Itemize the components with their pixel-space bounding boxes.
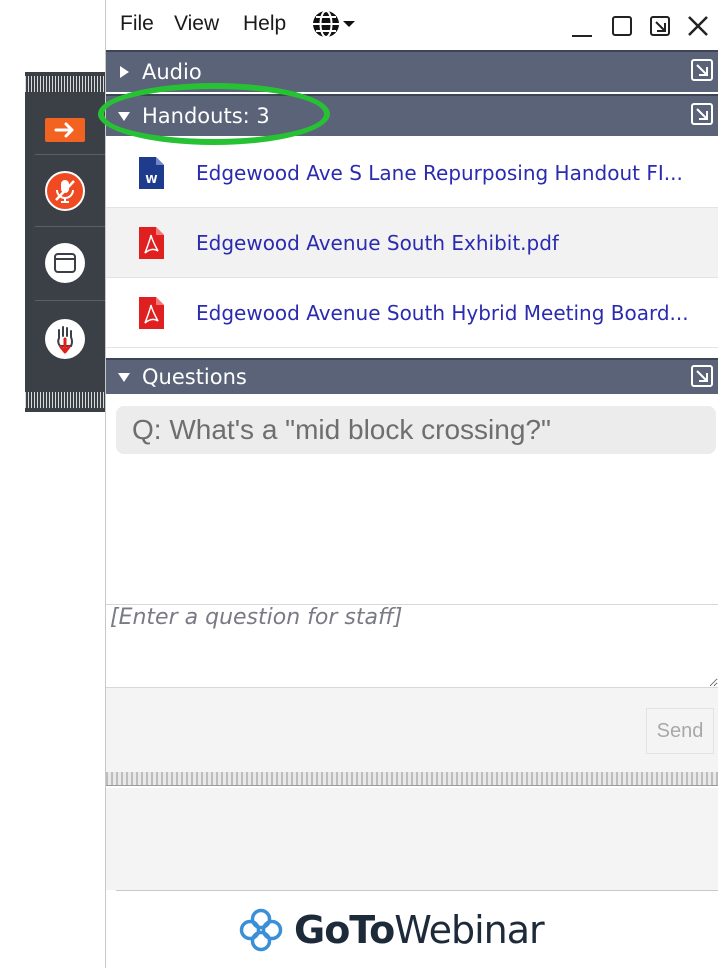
send-row: Send [106, 688, 718, 774]
send-button[interactable]: Send [646, 708, 714, 754]
word-document-icon: W [106, 156, 196, 190]
brand-regular: Webinar [394, 908, 544, 952]
chevron-down-icon [343, 21, 355, 27]
language-menu[interactable] [310, 8, 362, 40]
pdf-icon [106, 296, 196, 330]
pop-out-icon [650, 16, 670, 36]
handouts-section-title: Handouts: 3 [142, 104, 270, 128]
raise-hand-button[interactable] [25, 316, 105, 362]
globe-icon [313, 10, 339, 38]
menu-help[interactable]: Help [243, 10, 286, 38]
pdf-icon [106, 226, 196, 260]
question-item: Q: What's a "mid block crossing?" [116, 406, 716, 454]
divider [35, 300, 105, 301]
divider [35, 154, 105, 155]
gotowebinar-logo: GoTo Webinar [238, 900, 545, 960]
resize-handle[interactable] [106, 772, 718, 786]
caret-down-icon [106, 371, 142, 383]
handouts-section-header[interactable]: Handouts: 3 [106, 94, 718, 136]
audio-section-title: Audio [142, 60, 202, 84]
control-strip [25, 72, 105, 412]
question-input-area [106, 604, 718, 688]
window-icon [45, 243, 85, 283]
pop-out-icon[interactable] [690, 58, 714, 82]
svg-text:W: W [145, 173, 157, 186]
divider [116, 890, 718, 891]
question-input[interactable] [106, 605, 718, 687]
divider [35, 226, 105, 227]
maximize-button[interactable] [608, 12, 636, 40]
close-icon [688, 16, 708, 36]
questions-log: Q: What's a "mid block crossing?" [106, 394, 718, 604]
handout-name: Edgewood Avenue South Hybrid Meeting Boa… [196, 300, 689, 325]
caret-down-icon [106, 110, 142, 122]
menu-file[interactable]: File [120, 10, 154, 38]
handout-item[interactable]: W Edgewood Ave S Lane Repurposing Handou… [106, 138, 718, 208]
show-webcam-panel-button[interactable] [25, 240, 105, 286]
mute-microphone-button[interactable] [25, 168, 105, 214]
pop-out-button[interactable] [646, 12, 674, 40]
menu-bar: File View Help [106, 0, 721, 50]
caret-right-icon [106, 65, 142, 79]
brand-bold: GoTo [294, 908, 395, 952]
muted-microphone-icon [45, 171, 85, 211]
minimize-icon [572, 35, 592, 37]
close-button[interactable] [684, 12, 712, 40]
handouts-list: W Edgewood Ave S Lane Repurposing Handou… [106, 138, 718, 348]
questions-section-header[interactable]: Questions [106, 358, 718, 394]
handout-item[interactable]: Edgewood Avenue South Exhibit.pdf [106, 208, 718, 278]
questions-section-title: Questions [142, 365, 247, 389]
gotowebinar-flower-icon [239, 908, 283, 952]
minimize-button[interactable] [568, 12, 596, 40]
collapse-panel-button[interactable] [25, 112, 105, 148]
pop-out-icon[interactable] [690, 102, 714, 126]
audio-section-header[interactable]: Audio [106, 50, 718, 92]
control-panel: File View Help Audio Handouts: 3 W Edgew… [98, 0, 721, 968]
drag-grip-bottom[interactable] [25, 392, 105, 408]
arrow-right-icon [45, 118, 85, 142]
handout-name: Edgewood Avenue South Exhibit.pdf [196, 230, 559, 255]
panel-empty-area [106, 788, 718, 890]
handout-item[interactable]: Edgewood Avenue South Hybrid Meeting Boa… [106, 278, 718, 348]
drag-grip-top[interactable] [25, 76, 105, 92]
handout-name: Edgewood Ave S Lane Repurposing Handout … [196, 160, 683, 185]
pop-out-icon[interactable] [690, 364, 714, 388]
hand-down-icon [45, 319, 85, 359]
menu-view[interactable]: View [174, 10, 219, 38]
maximize-icon [612, 16, 632, 36]
